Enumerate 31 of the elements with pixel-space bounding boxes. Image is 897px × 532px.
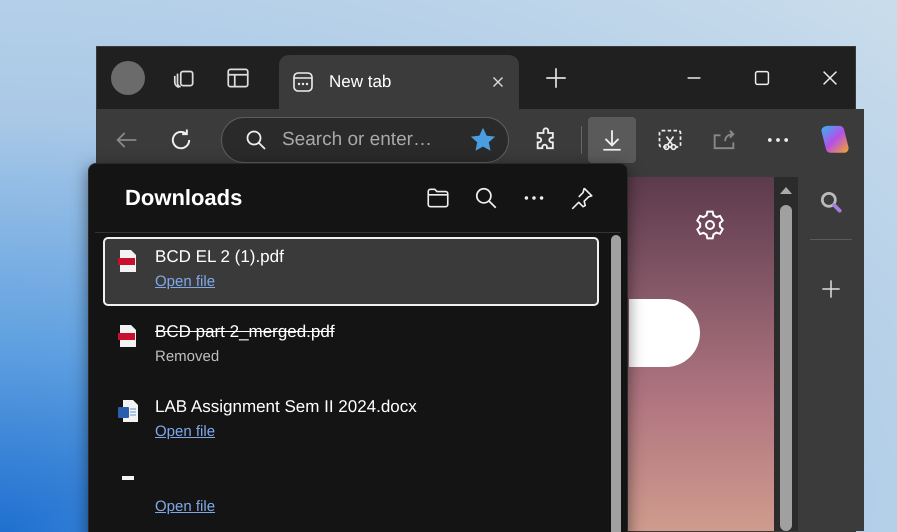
- scroll-up-icon[interactable]: [779, 185, 793, 195]
- open-file-link[interactable]: Open file: [155, 498, 216, 515]
- search-box[interactable]: [629, 299, 700, 367]
- file-name: LAB Assignment Sem II 2024.docx: [155, 397, 417, 417]
- status-text: Removed: [155, 348, 220, 365]
- profile-avatar[interactable]: [111, 61, 145, 95]
- downloads-button[interactable]: [588, 117, 636, 163]
- pdf-file-icon: [117, 249, 139, 273]
- panel-title: Downloads: [125, 185, 242, 211]
- search-icon[interactable]: [818, 189, 844, 215]
- download-item[interactable]: BCD EL 2 (1).pdf Open file: [103, 237, 599, 306]
- search-icon[interactable]: [473, 185, 499, 211]
- browser-tab[interactable]: New tab: [279, 55, 519, 109]
- scrollbar-thumb[interactable]: [611, 235, 621, 532]
- address-bar[interactable]: Search or enter…: [221, 117, 509, 163]
- open-file-link[interactable]: Open file: [155, 273, 216, 290]
- pin-icon[interactable]: [569, 185, 595, 211]
- scrollbar-thumb[interactable]: [780, 205, 792, 531]
- favorite-star-icon[interactable]: [470, 127, 496, 153]
- file-name: BCD EL 2 (1).pdf: [155, 247, 284, 267]
- tab-title: New tab: [329, 72, 392, 92]
- download-item[interactable]: Open file: [103, 462, 599, 531]
- download-item[interactable]: LAB Assignment Sem II 2024.docx Open file: [103, 387, 599, 456]
- page-icon: [291, 70, 315, 94]
- open-file-link[interactable]: Open file: [155, 423, 216, 440]
- download-item[interactable]: BCD part 2_merged.pdf Removed: [103, 312, 599, 381]
- settings-icon[interactable]: [694, 209, 726, 241]
- pdf-file-icon: [117, 324, 139, 348]
- word-file-icon: [117, 399, 139, 423]
- search-icon: [244, 128, 268, 152]
- file-name: BCD part 2_merged.pdf: [155, 322, 335, 342]
